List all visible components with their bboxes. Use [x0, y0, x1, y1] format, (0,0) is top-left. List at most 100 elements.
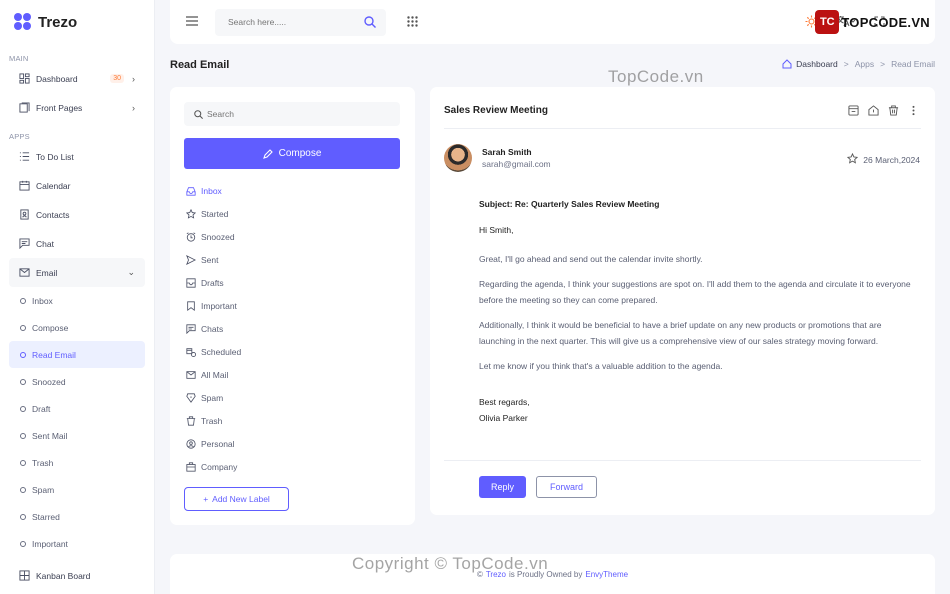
- sidebar-subitem-draft[interactable]: Draft: [9, 395, 145, 422]
- mail-folder-scheduled[interactable]: Scheduled: [185, 340, 395, 363]
- mail-folder-label: Trash: [201, 415, 223, 426]
- sidebar-subitem-trash[interactable]: Trash: [9, 449, 145, 476]
- add-label-text: Add New Label: [212, 494, 270, 504]
- menu-toggle-icon[interactable]: [186, 16, 198, 28]
- mail-folder-label: Snoozed: [201, 231, 235, 242]
- delete-icon[interactable]: [888, 105, 899, 118]
- breadcrumb: Dashboard > Apps > Read Email: [782, 59, 935, 69]
- footer-owner-link[interactable]: EnvyTheme: [585, 570, 628, 579]
- email-paragraph: Regarding the agenda, I think your sugge…: [479, 279, 911, 305]
- sidebar-subitem-starred[interactable]: Starred: [9, 503, 145, 530]
- email-greeting: Hi Smith,: [479, 225, 514, 235]
- drafts-icon: [185, 277, 196, 288]
- sidebar-subitem-inbox[interactable]: Inbox: [9, 287, 145, 314]
- global-search: [215, 8, 386, 36]
- snoozed-icon: [185, 231, 196, 242]
- mail-folder-chats[interactable]: Chats: [185, 317, 395, 340]
- star-icon[interactable]: [847, 152, 859, 166]
- read-email-card: Sales Review Meeting Sarah Smith sarah@g…: [430, 87, 935, 515]
- mail-folder-important[interactable]: Important: [185, 294, 395, 317]
- brand-watermark: TC TOPCODE.VN: [815, 10, 930, 34]
- sidebar-subitem-label: Sent Mail: [32, 430, 68, 441]
- apps-grid-icon[interactable]: [407, 15, 418, 29]
- breadcrumb-apps[interactable]: Apps: [855, 59, 874, 69]
- brand-text: TOPCODE.VN: [841, 14, 930, 30]
- sidebar-item-calendar[interactable]: Calendar: [9, 171, 145, 200]
- mail-search: [184, 102, 400, 126]
- reply-button[interactable]: Reply: [479, 476, 526, 498]
- mail-folder-drafts[interactable]: Drafts: [185, 271, 395, 294]
- all-mail-icon: [185, 369, 196, 380]
- sidebar-item-contacts[interactable]: Contacts: [9, 200, 145, 229]
- sidebar-subitem-read-email[interactable]: Read Email: [9, 341, 145, 368]
- sidebar-item-todo[interactable]: To Do List: [9, 142, 145, 171]
- mail-folder-inbox[interactable]: Inbox: [185, 179, 395, 202]
- forward-button[interactable]: Forward: [536, 476, 597, 498]
- app-logo[interactable]: Trezo: [0, 0, 154, 44]
- circle-icon: [20, 297, 26, 304]
- sidebar-subitem-label: Starred: [32, 511, 60, 522]
- sidebar-subitem-sent-mail[interactable]: Sent Mail: [9, 422, 145, 449]
- global-search-input[interactable]: [228, 17, 358, 27]
- sidebar-subitem-label: Compose: [32, 322, 69, 333]
- mail-folder-label: Chats: [201, 323, 224, 334]
- email-title: Sales Review Meeting: [444, 105, 548, 116]
- compose-button[interactable]: Compose: [184, 138, 400, 169]
- mail-folder-label: Sent: [201, 254, 219, 265]
- sidebar-subitem-spam[interactable]: Spam: [9, 476, 145, 503]
- circle-icon: [20, 540, 26, 547]
- email-signoff: Best regards,: [479, 397, 530, 407]
- compose-label: Compose: [278, 148, 322, 159]
- breadcrumb-label: Dashboard: [796, 59, 838, 69]
- mail-folder-started[interactable]: Started: [185, 202, 395, 225]
- sidebar-item-email[interactable]: Email ⌄: [9, 258, 145, 287]
- breadcrumb-separator: >: [843, 59, 849, 69]
- mail-folder-label: Important: [201, 300, 237, 311]
- circle-icon: [20, 324, 26, 331]
- archive-icon[interactable]: [848, 105, 859, 118]
- app-name: Trezo: [38, 13, 78, 31]
- sidebar-subitem-compose[interactable]: Compose: [9, 314, 145, 341]
- chevron-right-icon: ›: [132, 102, 135, 113]
- circle-icon: [20, 486, 26, 493]
- more-vertical-icon[interactable]: [908, 105, 919, 118]
- add-new-label-button[interactable]: + Add New Label: [184, 487, 289, 511]
- sidebar-item-front-pages[interactable]: Front Pages ›: [9, 93, 145, 122]
- mail-folder-all-mail[interactable]: All Mail: [185, 363, 395, 386]
- search-icon[interactable]: [364, 15, 376, 30]
- mail-folder-label: Drafts: [201, 277, 224, 288]
- footer: © Trezo is Proudly Owned by EnvyTheme: [170, 554, 935, 594]
- breadcrumb-separator: >: [880, 59, 886, 69]
- sidebar-item-dashboard[interactable]: Dashboard 30 ›: [9, 64, 145, 93]
- inbox-icon: [185, 185, 196, 196]
- mail-folder-spam[interactable]: Spam: [185, 386, 395, 409]
- page-title: Read Email: [170, 59, 230, 71]
- mail-folder-snoozed[interactable]: Snoozed: [185, 225, 395, 248]
- mail-folder-label: Inbox: [201, 185, 222, 196]
- sidebar-subitem-label: Draft: [32, 403, 51, 414]
- report-icon[interactable]: [868, 105, 879, 118]
- sidebar-item-label: Chat: [36, 238, 54, 249]
- mail-folder-sent[interactable]: Sent: [185, 248, 395, 271]
- watermark-footer-text: Copyright © TopCode.vn: [352, 554, 549, 573]
- sidebar-subitem-snoozed[interactable]: Snoozed: [9, 368, 145, 395]
- mail-folder-label: Scheduled: [201, 346, 242, 357]
- email-paragraph: Additionally, I think it would be benefi…: [479, 320, 882, 346]
- divider: [444, 460, 921, 461]
- started-icon: [185, 208, 196, 219]
- mail-folder-personal[interactable]: Personal: [185, 432, 395, 455]
- mail-folder-company[interactable]: Company: [185, 455, 395, 478]
- sidebar-item-kanban[interactable]: Kanban Board: [9, 561, 145, 590]
- dashboard-icon: [19, 73, 30, 84]
- sidebar-item-chat[interactable]: Chat: [9, 229, 145, 258]
- sidebar-subitem-label: Read Email: [32, 349, 76, 360]
- mail-folder-label: Company: [201, 461, 238, 472]
- sidebar-subitem-important[interactable]: Important: [9, 530, 145, 557]
- mail-search-input[interactable]: [207, 109, 387, 119]
- sidebar-subitem-label: Spam: [32, 484, 55, 495]
- pencil-icon: [262, 148, 273, 159]
- breadcrumb-dashboard[interactable]: Dashboard: [782, 59, 838, 69]
- sent-icon: [185, 254, 196, 265]
- mail-folder-label: Personal: [201, 438, 235, 449]
- mail-folder-trash[interactable]: Trash: [185, 409, 395, 432]
